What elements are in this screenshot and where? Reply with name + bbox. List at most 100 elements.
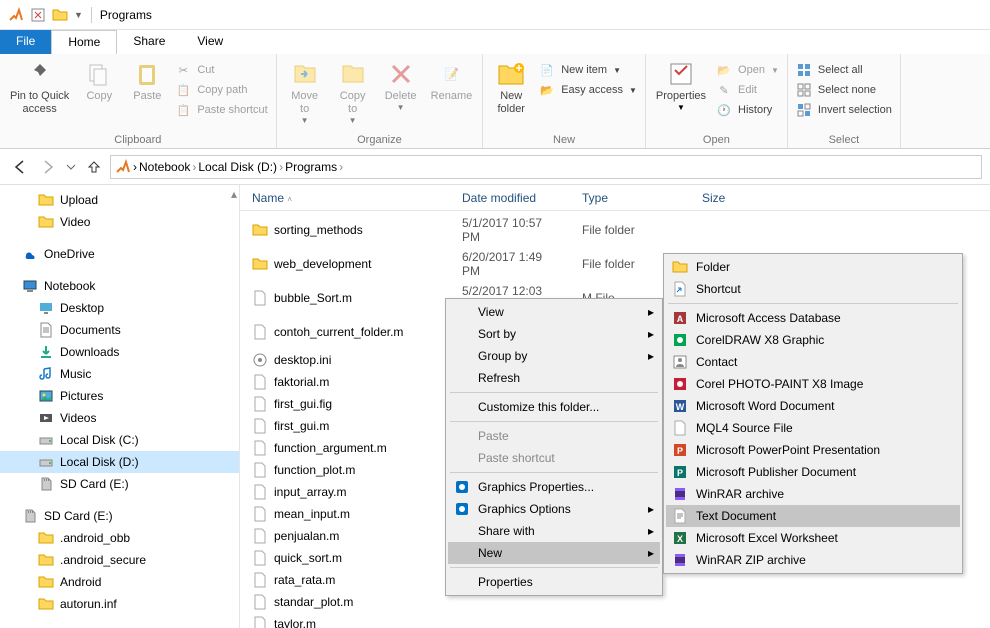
chevron-right-icon: ▸ [648,305,654,319]
menu-properties[interactable]: Properties [448,571,660,593]
file-icon [252,572,268,588]
tab-share[interactable]: Share [117,30,181,54]
sidebar-item-notebook[interactable]: Notebook [0,275,239,297]
file-row[interactable]: sorting_methods5/1/2017 10:57 PMFile fol… [240,213,990,247]
menu-folder[interactable]: Folder [666,256,960,278]
sidebar-item-local-disk-c-[interactable]: Local Disk (C:) [0,429,239,451]
crumb-d-drive[interactable]: Local Disk (D:)› [198,160,283,174]
tab-file[interactable]: File [0,30,51,54]
forward-button[interactable] [36,155,60,179]
sidebar-item-video[interactable]: Video [0,211,239,233]
file-icon [252,324,268,340]
tab-view[interactable]: View [181,30,239,54]
sidebar-item-autorun-inf[interactable]: autorun.inf [0,593,239,615]
svg-text:A: A [677,314,684,324]
menu-microsoft-access-database[interactable]: AMicrosoft Access Database [666,307,960,329]
navigation-pane[interactable]: UploadVideo OneDrive NotebookDesktopDocume… [0,185,240,628]
menu-winrar-archive[interactable]: WinRAR archive [666,483,960,505]
sidebar-item-music[interactable]: Music [0,363,239,385]
menu-graphics-properties-[interactable]: Graphics Properties... [448,476,660,498]
menu-sort-by[interactable]: Sort by▸ [448,323,660,345]
crumb-notebook[interactable]: Notebook› [139,160,196,174]
menu-share-with[interactable]: Share with▸ [448,520,660,542]
rename-button[interactable]: 📝Rename [425,56,479,105]
crumb-programs[interactable]: Programs› [285,160,343,174]
file-icon [252,440,268,456]
recent-dropdown[interactable] [64,155,78,179]
shortcut-icon [672,281,688,297]
back-button[interactable] [8,155,32,179]
sidebar-item-videos[interactable]: Videos [0,407,239,429]
sidebar-item-upload[interactable]: Upload [0,189,239,211]
sidebar-item-android[interactable]: Android [0,571,239,593]
folder-icon [252,256,268,272]
sidebar-item-sd-card-e-[interactable]: SD Card (E:) [0,505,239,527]
menu-microsoft-publisher-document[interactable]: PMicrosoft Publisher Document [666,461,960,483]
drive-icon [38,432,54,448]
sidebar-item--android-obb[interactable]: .android_obb [0,527,239,549]
menu-text-document[interactable]: Text Document [666,505,960,527]
sidebar-item-documents[interactable]: Documents [0,319,239,341]
menu-coreldraw-x8-graphic[interactable]: CorelDRAW X8 Graphic [666,329,960,351]
col-size[interactable]: Size [690,187,770,209]
file-row[interactable]: taylor.m [240,613,990,628]
col-type[interactable]: Type [570,187,690,209]
ribbon-tabs: File Home Share View [0,30,990,54]
menu-winrar-zip-archive[interactable]: WinRAR ZIP archive [666,549,960,571]
dropdown-icon[interactable]: ▼ [74,10,83,20]
menu-microsoft-word-document[interactable]: WMicrosoft Word Document [666,395,960,417]
sidebar-item-onedrive[interactable]: OneDrive [0,243,239,265]
menu-corel-photo-paint-x8-image[interactable]: Corel PHOTO-PAINT X8 Image [666,373,960,395]
sidebar-item-pictures[interactable]: Pictures [0,385,239,407]
col-name[interactable]: Name ˄ [240,187,450,209]
menu-microsoft-excel-worksheet[interactable]: XMicrosoft Excel Worksheet [666,527,960,549]
drive-icon [38,454,54,470]
menu-customize-this-folder-[interactable]: Customize this folder... [448,396,660,418]
properties-icon[interactable] [30,7,46,23]
copy-to-button[interactable]: Copy to▼ [329,56,377,127]
menu-group-by[interactable]: Group by▸ [448,345,660,367]
move-to-button[interactable]: Move to▼ [281,56,329,127]
up-button[interactable] [82,155,106,179]
menu-shortcut[interactable]: Shortcut [666,278,960,300]
new-item-button[interactable]: 📄New item ▼ [535,60,641,80]
tab-home[interactable]: Home [51,30,117,54]
invert-selection-button[interactable]: Invert selection [792,100,896,120]
easy-access-button[interactable]: 📂Easy access ▼ [535,80,641,100]
paste-shortcut-button[interactable]: 📋Paste shortcut [171,100,271,120]
sidebar-item-downloads[interactable]: Downloads [0,341,239,363]
sidebar-item-desktop[interactable]: Desktop [0,297,239,319]
menu-graphics-options[interactable]: Graphics Options▸ [448,498,660,520]
paste-button[interactable]: Paste [123,56,171,105]
select-none-button[interactable]: Select none [792,80,896,100]
select-all-button[interactable]: Select all [792,60,896,80]
properties-button[interactable]: Properties▼ [650,56,712,114]
history-button[interactable]: 🕐History [712,100,783,120]
sidebar-item-sd-card-e-[interactable]: SD Card (E:) [0,473,239,495]
delete-button[interactable]: Delete▼ [377,56,425,114]
file-icon [252,418,268,434]
open-button[interactable]: 📂Open ▼ [712,60,783,80]
sidebar-item--android-secure[interactable]: .android_secure [0,549,239,571]
access-icon: A [672,310,688,326]
window-title: Programs [100,8,152,22]
matlab-icon [115,159,131,175]
col-date[interactable]: Date modified [450,187,570,209]
cut-button[interactable]: ✂Cut [171,60,271,80]
edit-button[interactable]: ✎Edit [712,80,783,100]
menu-new[interactable]: New▸ [448,542,660,564]
copy-path-button[interactable]: 📋Copy path [171,80,271,100]
folder-icon [38,596,54,612]
menu-view[interactable]: View▸ [448,301,660,323]
copy-button[interactable]: Copy [75,56,123,105]
menu-microsoft-powerpoint-presentation[interactable]: PMicrosoft PowerPoint Presentation [666,439,960,461]
menu-refresh[interactable]: Refresh [448,367,660,389]
menu-contact[interactable]: Contact [666,351,960,373]
pin-quick-access-button[interactable]: Pin to Quick access [4,56,75,118]
breadcrumb[interactable]: › Notebook› Local Disk (D:)› Programs› [110,155,982,179]
sidebar-item-local-disk-d-[interactable]: Local Disk (D:) [0,451,239,473]
menu-mql4-source-file[interactable]: MQL4 Source File [666,417,960,439]
new-folder-button[interactable]: New folder [487,56,535,118]
scroll-up-icon[interactable]: ▴ [231,187,237,201]
ppt-icon: P [672,442,688,458]
